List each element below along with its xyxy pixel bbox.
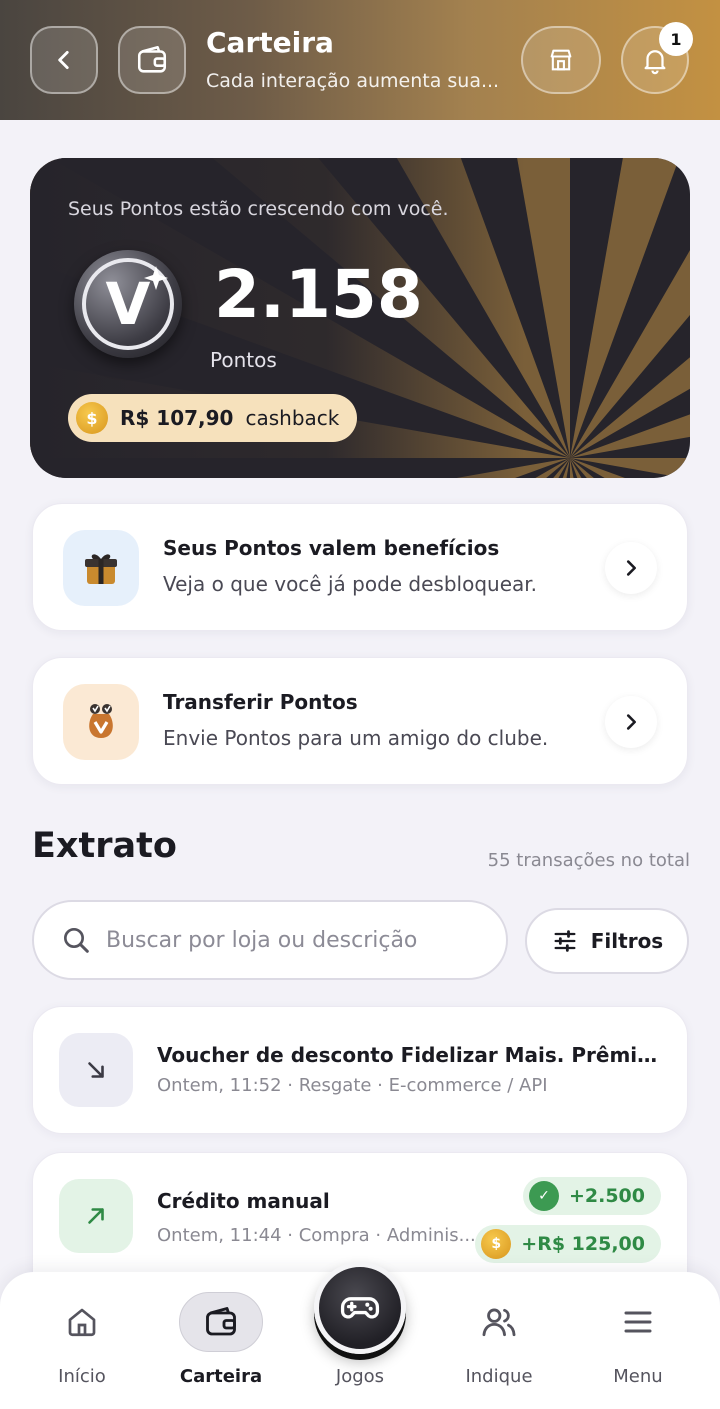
chevron-right-icon <box>626 560 636 576</box>
search-box[interactable] <box>32 900 508 980</box>
gamepad-icon <box>340 1297 380 1319</box>
transfer-chevron-button[interactable] <box>605 696 657 748</box>
transaction-title: Voucher de desconto Fidelizar Mais. Prêm… <box>157 1043 667 1067</box>
transaction-row[interactable]: Voucher de desconto Fidelizar Mais. Prêm… <box>32 1006 688 1134</box>
transaction-count: 55 transações no total <box>487 850 690 871</box>
transaction-meta: Ontem, 11:52 · Resgate · E-commerce / AP… <box>157 1075 548 1096</box>
nav-label: Menu <box>613 1366 663 1387</box>
cash-amount-badge: $ +R$ 125,00 <box>475 1225 661 1263</box>
benefits-chevron-button[interactable] <box>605 542 657 594</box>
home-icon <box>40 1292 124 1352</box>
transfer-description: Envie Pontos para um amigo do clube. <box>163 726 549 750</box>
store-icon <box>550 49 572 71</box>
coin-icon: $ <box>76 402 108 434</box>
benefits-title: Seus Pontos valem benefícios <box>163 536 500 560</box>
nav-item-menu[interactable]: Menu <box>568 1272 708 1409</box>
filters-button[interactable]: Filtros <box>525 908 689 974</box>
sliders-icon <box>554 930 576 952</box>
wallet-icon <box>137 45 167 73</box>
cashback-badge: $ R$ 107,90 cashback <box>68 394 358 442</box>
brand-check-icon: ✓ <box>528 1181 559 1211</box>
arrow-down-right-icon <box>59 1033 133 1107</box>
arrow-up-right-icon <box>59 1179 133 1253</box>
filters-label: Filtros <box>590 929 664 953</box>
svg-text:V: V <box>106 270 151 338</box>
store-button[interactable] <box>521 26 601 94</box>
transfer-title: Transferir Pontos <box>163 690 358 714</box>
users-icon <box>457 1292 541 1352</box>
statement-title: Extrato <box>32 826 177 866</box>
app-header: Carteira Cada interação aumenta sua... 1 <box>0 0 720 120</box>
cash-amount: +R$ 125,00 <box>521 1233 645 1255</box>
games-fab-button[interactable] <box>314 1262 406 1354</box>
notification-badge: 1 <box>659 22 693 56</box>
benefits-description: Veja o que você já pode desbloquear. <box>163 572 538 596</box>
gift-icon <box>63 530 139 606</box>
transaction-title: Crédito manual <box>157 1189 330 1213</box>
wallet-header-button[interactable] <box>118 26 186 94</box>
cashback-label: cashback <box>245 406 340 430</box>
points-value: 2.158 <box>214 256 423 333</box>
back-button[interactable] <box>30 26 98 94</box>
points-unit: Pontos <box>210 348 277 372</box>
points-amount-badge: ✓ +2.500 <box>522 1177 661 1215</box>
page-title: Carteira <box>206 26 334 59</box>
nav-item-inicio[interactable]: Início <box>12 1272 152 1409</box>
search-input[interactable] <box>106 927 486 953</box>
notifications-button[interactable]: 1 <box>621 22 693 94</box>
cashback-amount: R$ 107,90 <box>120 406 234 430</box>
page-subtitle: Cada interação aumenta sua... <box>206 70 500 92</box>
points-card: Seus Pontos estão crescendo com você. V … <box>30 158 690 478</box>
benefits-card[interactable]: Seus Pontos valem benefícios Veja o que … <box>32 503 688 631</box>
search-icon <box>64 928 89 953</box>
points-amount: +2.500 <box>568 1185 645 1207</box>
brand-logo-icon: V <box>74 250 182 358</box>
nav-item-carteira[interactable]: Carteira <box>151 1272 291 1409</box>
points-label: Seus Pontos estão crescendo com você. <box>68 198 449 220</box>
chevron-left-icon <box>58 51 69 69</box>
transfer-points-card[interactable]: Transferir Pontos Envie Pontos para um a… <box>32 657 688 785</box>
chevron-right-icon <box>626 714 636 730</box>
wallet-icon <box>179 1292 263 1352</box>
transaction-meta: Ontem, 11:44 · Compra · Adminis... <box>157 1225 476 1246</box>
nav-label: Início <box>58 1366 106 1387</box>
coin-icon: $ <box>481 1229 512 1259</box>
nav-item-indique[interactable]: Indique <box>429 1272 569 1409</box>
money-bag-icon <box>63 684 139 760</box>
nav-label: Indique <box>465 1366 533 1387</box>
nav-label: Carteira <box>179 1366 263 1387</box>
nav-label: Jogos <box>335 1366 385 1387</box>
menu-icon <box>596 1292 680 1352</box>
